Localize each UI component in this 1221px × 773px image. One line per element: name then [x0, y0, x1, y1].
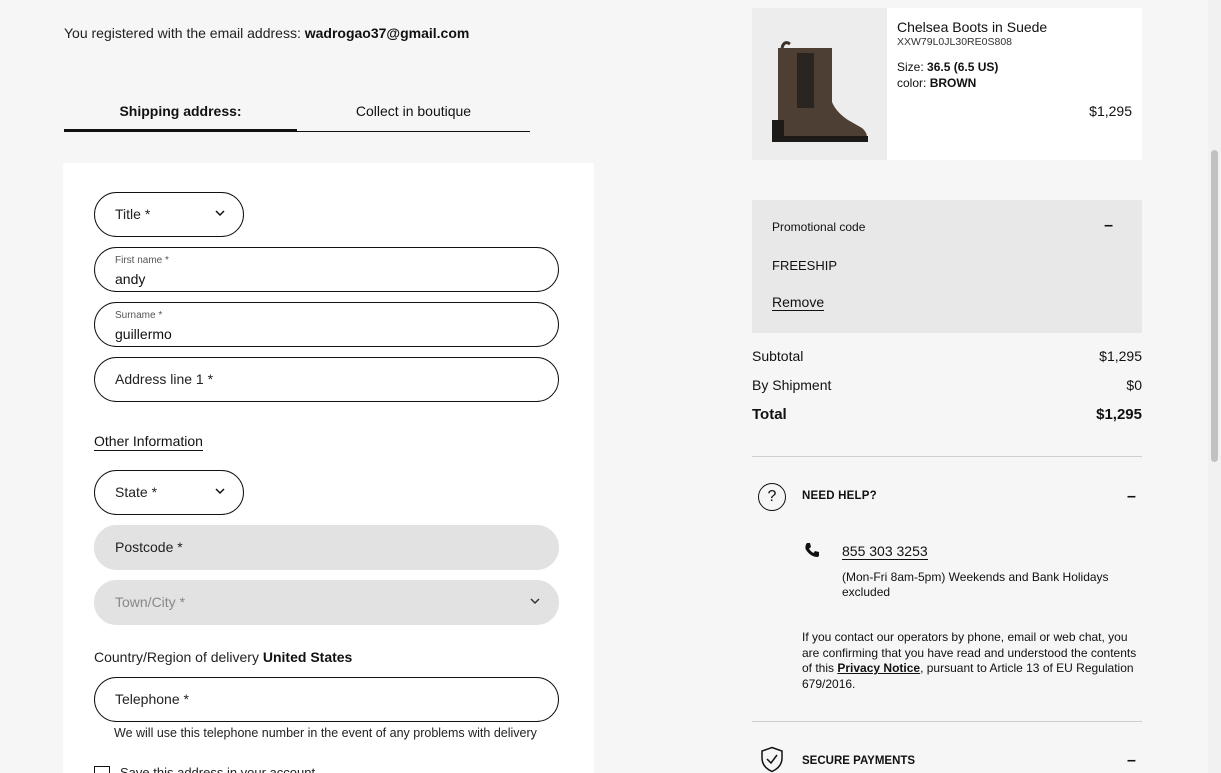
country-label: Country/Region of delivery: [94, 649, 259, 665]
subtotal-label: Subtotal: [752, 348, 804, 364]
registered-email-text: You registered with the email address: w…: [64, 25, 469, 41]
state-select-placeholder: State *: [115, 484, 158, 500]
size-label: Size:: [897, 60, 924, 74]
save-address-checkbox[interactable]: [94, 765, 110, 773]
save-address-label: Save this address in your account: [120, 765, 316, 773]
tab-shipping-address[interactable]: Shipping address:: [64, 100, 297, 132]
town-city-placeholder: Town/City *: [115, 594, 186, 610]
total-value: $1,295: [1096, 406, 1142, 423]
save-address-row: Save this address in your account: [94, 765, 315, 773]
chevron-down-icon: [530, 595, 540, 609]
shipment-row: By Shipment $0: [752, 377, 1142, 406]
scrollbar-thumb[interactable]: [1211, 150, 1218, 462]
postcode-field[interactable]: Postcode *: [94, 525, 559, 570]
size-value: 36.5 (6.5 US): [927, 60, 999, 74]
shipping-form: Title * First name * andy Surname * guil…: [63, 163, 594, 773]
state-select[interactable]: State *: [94, 470, 244, 515]
subtotal-row: Subtotal $1,295: [752, 348, 1142, 377]
shipment-value: $0: [1126, 377, 1142, 393]
country-of-delivery: Country/Region of delivery United States: [94, 649, 352, 665]
promo-title: Promotional code: [772, 220, 866, 234]
address-line1-field[interactable]: Address line 1 *: [94, 357, 559, 402]
telephone-hint: We will use this telephone number in the…: [114, 726, 537, 740]
country-value: United States: [262, 649, 353, 665]
shield-check-icon: [760, 746, 784, 773]
shipment-label: By Shipment: [752, 377, 832, 393]
need-help-title[interactable]: NEED HELP?: [802, 490, 877, 502]
product-size: Size: 36.5 (6.5 US): [897, 60, 998, 74]
total-label: Total: [752, 406, 787, 423]
color-value: BROWN: [929, 76, 977, 90]
registered-prefix: You registered with the email address:: [64, 25, 301, 41]
surname-value: guillermo: [115, 326, 172, 342]
registered-email: wadrogao37@gmail.com: [304, 25, 470, 41]
chevron-down-icon: [215, 485, 225, 499]
chevron-down-icon: [215, 207, 225, 221]
first-name-field[interactable]: First name * andy: [94, 247, 559, 292]
page-scrollbar[interactable]: [1208, 0, 1221, 773]
product-sku: XXW79L0JL30RE0S808: [897, 36, 1012, 48]
town-city-select[interactable]: Town/City *: [94, 580, 559, 625]
telephone-placeholder: Telephone *: [115, 691, 189, 707]
title-select[interactable]: Title *: [94, 192, 244, 237]
address-tabs: Shipping address: Collect in boutique: [64, 100, 530, 132]
help-consent-text: If you contact our operators by phone, e…: [802, 630, 1142, 692]
surname-field[interactable]: Surname * guillermo: [94, 302, 559, 347]
total-row: Total $1,295: [752, 406, 1142, 435]
promo-code-value: FREESHIP: [772, 258, 838, 273]
promo-collapse-button[interactable]: –: [1104, 217, 1113, 235]
promo-code-panel: Promotional code – FREESHIP Remove: [752, 200, 1142, 333]
product-image: [752, 8, 887, 160]
question-icon: ?: [758, 483, 786, 511]
secure-payments-title[interactable]: SECURE PAYMENTS: [802, 755, 915, 767]
first-name-value: andy: [115, 271, 146, 287]
product-color: color: BROWN: [897, 76, 976, 90]
tab-collect-in-boutique[interactable]: Collect in boutique: [297, 100, 530, 132]
product-price: $1,295: [1089, 103, 1132, 119]
order-totals: Subtotal $1,295 By Shipment $0 Total $1,…: [752, 348, 1142, 435]
phone-icon: [804, 542, 820, 558]
telephone-field[interactable]: Telephone *: [94, 677, 559, 722]
product-card: Chelsea Boots in Suede XXW79L0JL30RE0S80…: [752, 8, 1142, 160]
surname-label: Surname *: [115, 310, 163, 321]
title-select-placeholder: Title *: [115, 206, 151, 222]
privacy-notice-link[interactable]: Privacy Notice: [837, 661, 920, 675]
divider: [752, 456, 1142, 457]
divider: [752, 721, 1142, 722]
first-name-label: First name *: [115, 255, 169, 266]
postcode-placeholder: Postcode *: [115, 539, 183, 555]
other-information-link[interactable]: Other Information: [94, 433, 203, 451]
promo-remove-link[interactable]: Remove: [772, 294, 825, 311]
help-phone-link[interactable]: 855 303 3253: [842, 543, 928, 560]
color-label: color:: [897, 76, 927, 90]
subtotal-value: $1,295: [1099, 348, 1142, 364]
product-name: Chelsea Boots in Suede: [897, 19, 1048, 35]
address-line1-placeholder: Address line 1 *: [115, 371, 214, 387]
secure-payments-collapse-button[interactable]: –: [1127, 752, 1136, 770]
help-hours: (Mon-Fri 8am-5pm) Weekends and Bank Holi…: [842, 570, 1109, 599]
need-help-collapse-button[interactable]: –: [1127, 488, 1136, 506]
